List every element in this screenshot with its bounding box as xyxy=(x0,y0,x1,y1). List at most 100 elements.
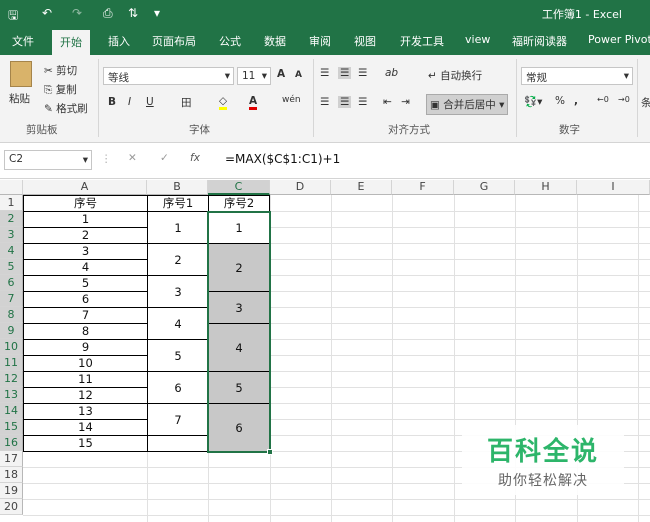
row-header[interactable]: 14 xyxy=(0,403,23,419)
align-middle-icon[interactable]: ☰ xyxy=(338,67,352,79)
cell-a15[interactable]: 14 xyxy=(23,419,148,436)
cell-b10-merged[interactable]: 5 xyxy=(147,339,209,372)
tab-home[interactable]: 开始 xyxy=(52,30,90,55)
comma-button[interactable]: , xyxy=(574,95,578,107)
formula-input[interactable]: =MAX($C$1:C1)+1 xyxy=(225,152,340,166)
row-header[interactable]: 8 xyxy=(0,307,23,323)
cell-a10[interactable]: 9 xyxy=(23,339,148,356)
print-preview-icon[interactable]: ⎙ xyxy=(103,6,113,21)
tab-data[interactable]: 数据 xyxy=(264,33,286,49)
merge-center-button[interactable]: ▣ 合并后居中 ▾ xyxy=(426,94,509,115)
font-color-button[interactable]: A xyxy=(249,95,258,110)
column-header-i[interactable]: I xyxy=(577,180,650,195)
column-header-a[interactable]: A xyxy=(23,180,147,195)
row-header[interactable]: 10 xyxy=(0,339,23,355)
row-header[interactable]: 13 xyxy=(0,387,23,403)
cell-b8-merged[interactable]: 4 xyxy=(147,307,209,340)
cell-c7-merged[interactable]: 3 xyxy=(208,291,270,324)
row-header[interactable]: 4 xyxy=(0,243,23,259)
customize-quick-access-icon[interactable]: ▾ xyxy=(154,6,160,20)
cell-c4-merged[interactable]: 2 xyxy=(208,243,270,292)
row-header[interactable]: 20 xyxy=(0,499,23,515)
column-header-e[interactable]: E xyxy=(331,180,392,195)
cell-b6-merged[interactable]: 3 xyxy=(147,275,209,308)
tab-insert[interactable]: 插入 xyxy=(108,33,130,49)
column-header-b[interactable]: B xyxy=(147,180,208,195)
tab-power-pivot[interactable]: Power Pivot xyxy=(588,33,650,46)
cell-c2-merged[interactable]: 1 xyxy=(208,211,270,244)
wrap-text-button[interactable]: ↵ 自动换行 xyxy=(428,68,482,83)
row-header[interactable]: 9 xyxy=(0,323,23,339)
column-header-g[interactable]: G xyxy=(454,180,515,195)
italic-button[interactable]: I xyxy=(128,96,131,108)
select-all-corner[interactable] xyxy=(0,180,23,195)
cell-a11[interactable]: 10 xyxy=(23,355,148,372)
cell-a14[interactable]: 13 xyxy=(23,403,148,420)
cell-c12-merged[interactable]: 5 xyxy=(208,371,270,404)
phonetic-button[interactable]: wén xyxy=(282,95,301,105)
fill-handle[interactable] xyxy=(267,449,273,455)
cell-a5[interactable]: 4 xyxy=(23,259,148,276)
percent-button[interactable]: % xyxy=(555,95,565,107)
tab-view[interactable]: 视图 xyxy=(354,33,376,49)
cell-a4[interactable]: 3 xyxy=(23,243,148,260)
row-header[interactable]: 3 xyxy=(0,227,23,243)
bold-button[interactable]: B xyxy=(108,96,116,108)
tab-review[interactable]: 审阅 xyxy=(309,33,331,49)
cell-a13[interactable]: 12 xyxy=(23,387,148,404)
font-size-select[interactable]: 11 ▾ xyxy=(237,67,271,85)
row-header[interactable]: 5 xyxy=(0,259,23,275)
cell-b1[interactable]: 序号1 xyxy=(147,195,209,212)
cell-a3[interactable]: 2 xyxy=(23,227,148,244)
row-header[interactable]: 17 xyxy=(0,451,23,467)
currency-format-icon[interactable]: 💱▾ xyxy=(524,95,542,108)
cell-a1[interactable]: 序号 xyxy=(23,195,148,212)
align-center-icon[interactable]: ☰ xyxy=(338,96,352,108)
cell-a16[interactable]: 15 xyxy=(23,435,148,452)
cell-b16[interactable] xyxy=(147,435,209,452)
tab-page-layout[interactable]: 页面布局 xyxy=(152,33,196,49)
row-header[interactable]: 12 xyxy=(0,371,23,387)
align-top-icon[interactable]: ☰ xyxy=(320,67,329,79)
row-header[interactable]: 1 xyxy=(0,195,23,211)
cell-b12-merged[interactable]: 6 xyxy=(147,371,209,404)
cell-c9-merged[interactable]: 4 xyxy=(208,323,270,372)
row-header[interactable]: 19 xyxy=(0,483,23,499)
column-header-c[interactable]: C xyxy=(208,180,270,195)
decrease-decimal-icon[interactable]: →0 xyxy=(618,95,630,104)
shrink-font-button[interactable]: A xyxy=(295,70,302,80)
cell-b14-merged[interactable]: 7 xyxy=(147,403,209,436)
underline-button[interactable]: U xyxy=(146,96,154,108)
column-header-f[interactable]: F xyxy=(392,180,454,195)
format-painter-button[interactable]: ✎ 格式刷 xyxy=(44,101,88,116)
cell-a12[interactable]: 11 xyxy=(23,371,148,388)
row-header[interactable]: 11 xyxy=(0,355,23,371)
font-name-select[interactable]: 等线 ▾ xyxy=(103,67,234,85)
tab-file[interactable]: 文件 xyxy=(12,33,34,49)
row-header[interactable]: 7 xyxy=(0,291,23,307)
align-bottom-icon[interactable]: ☰ xyxy=(358,67,367,79)
cut-button[interactable]: ✂ 剪切 xyxy=(44,63,77,78)
increase-decimal-icon[interactable]: ←0 xyxy=(597,95,609,104)
borders-button[interactable]: 田 xyxy=(181,95,192,110)
tab-developer[interactable]: 开发工具 xyxy=(400,33,444,49)
insert-function-button[interactable]: fx xyxy=(190,152,200,164)
paste-icon[interactable] xyxy=(10,61,32,87)
row-header[interactable]: 16 xyxy=(0,435,23,451)
cell-a9[interactable]: 8 xyxy=(23,323,148,340)
tab-foxit-reader[interactable]: 福昕阅读器 xyxy=(512,33,567,49)
row-header[interactable]: 2 xyxy=(0,211,23,227)
tab-view-en[interactable]: view xyxy=(465,33,490,46)
cell-c14-merged[interactable]: 6 xyxy=(208,403,270,452)
align-right-icon[interactable]: ☰ xyxy=(358,96,367,108)
save-icon[interactable]: 🖫 xyxy=(8,6,18,27)
cancel-button[interactable]: ✕ xyxy=(128,152,137,164)
fill-color-button[interactable]: ◇ xyxy=(219,95,228,110)
cell-a7[interactable]: 6 xyxy=(23,291,148,308)
cell-b4-merged[interactable]: 2 xyxy=(147,243,209,276)
column-header-h[interactable]: H xyxy=(515,180,577,195)
redo-icon[interactable]: ↷ xyxy=(72,6,82,20)
cell-a2[interactable]: 1 xyxy=(23,211,148,228)
paste-button[interactable]: 粘贴 xyxy=(9,91,30,106)
name-box[interactable]: C2 ▾ xyxy=(4,150,92,170)
